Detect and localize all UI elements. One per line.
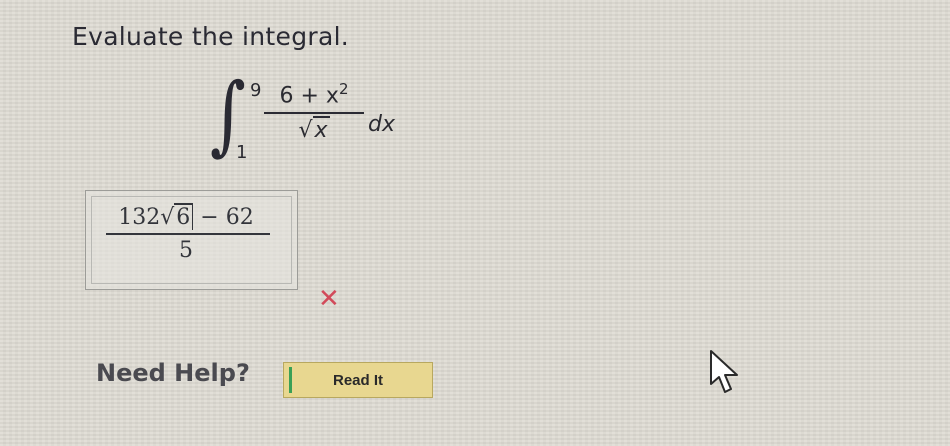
answer-input-box[interactable]: 132√6 − 62 5 <box>85 190 298 290</box>
read-it-button[interactable]: Read It <box>283 362 433 398</box>
answer-denominator: 5 <box>179 238 193 263</box>
answer-fraction: 132√6 − 62 5 <box>96 203 276 263</box>
radical-argument: x <box>312 116 330 144</box>
answer-radical-argument: 6 <box>174 203 194 230</box>
lower-limit: 1 <box>236 142 248 163</box>
answer-numerator-tail: − 62 <box>193 205 254 230</box>
differential: dx <box>368 112 395 137</box>
need-help-label: Need Help? <box>96 359 250 387</box>
radical-sign: √ <box>298 118 313 144</box>
fraction-bar <box>264 112 364 115</box>
button-accent-edge <box>289 367 292 393</box>
read-it-label: Read It <box>332 371 383 389</box>
integrand-denominator: √x <box>264 116 364 144</box>
answer-radical-sign: √ <box>160 205 175 230</box>
integrand-fraction: 6 + x2 √x <box>264 80 364 144</box>
arrow-cursor-icon <box>710 350 738 393</box>
answer-fraction-bar <box>106 233 270 235</box>
exponent: 2 <box>338 80 349 98</box>
incorrect-x-icon: ✕ <box>318 284 340 314</box>
question-prompt: Evaluate the integral. <box>72 22 350 51</box>
answer-numerator: 132√6 − 62 <box>118 203 254 230</box>
integrand-numerator: 6 + x2 <box>279 80 349 109</box>
upper-limit: 9 <box>250 80 262 101</box>
integral-expression: ∫ 9 1 6 + x2 √x dx <box>210 72 410 172</box>
